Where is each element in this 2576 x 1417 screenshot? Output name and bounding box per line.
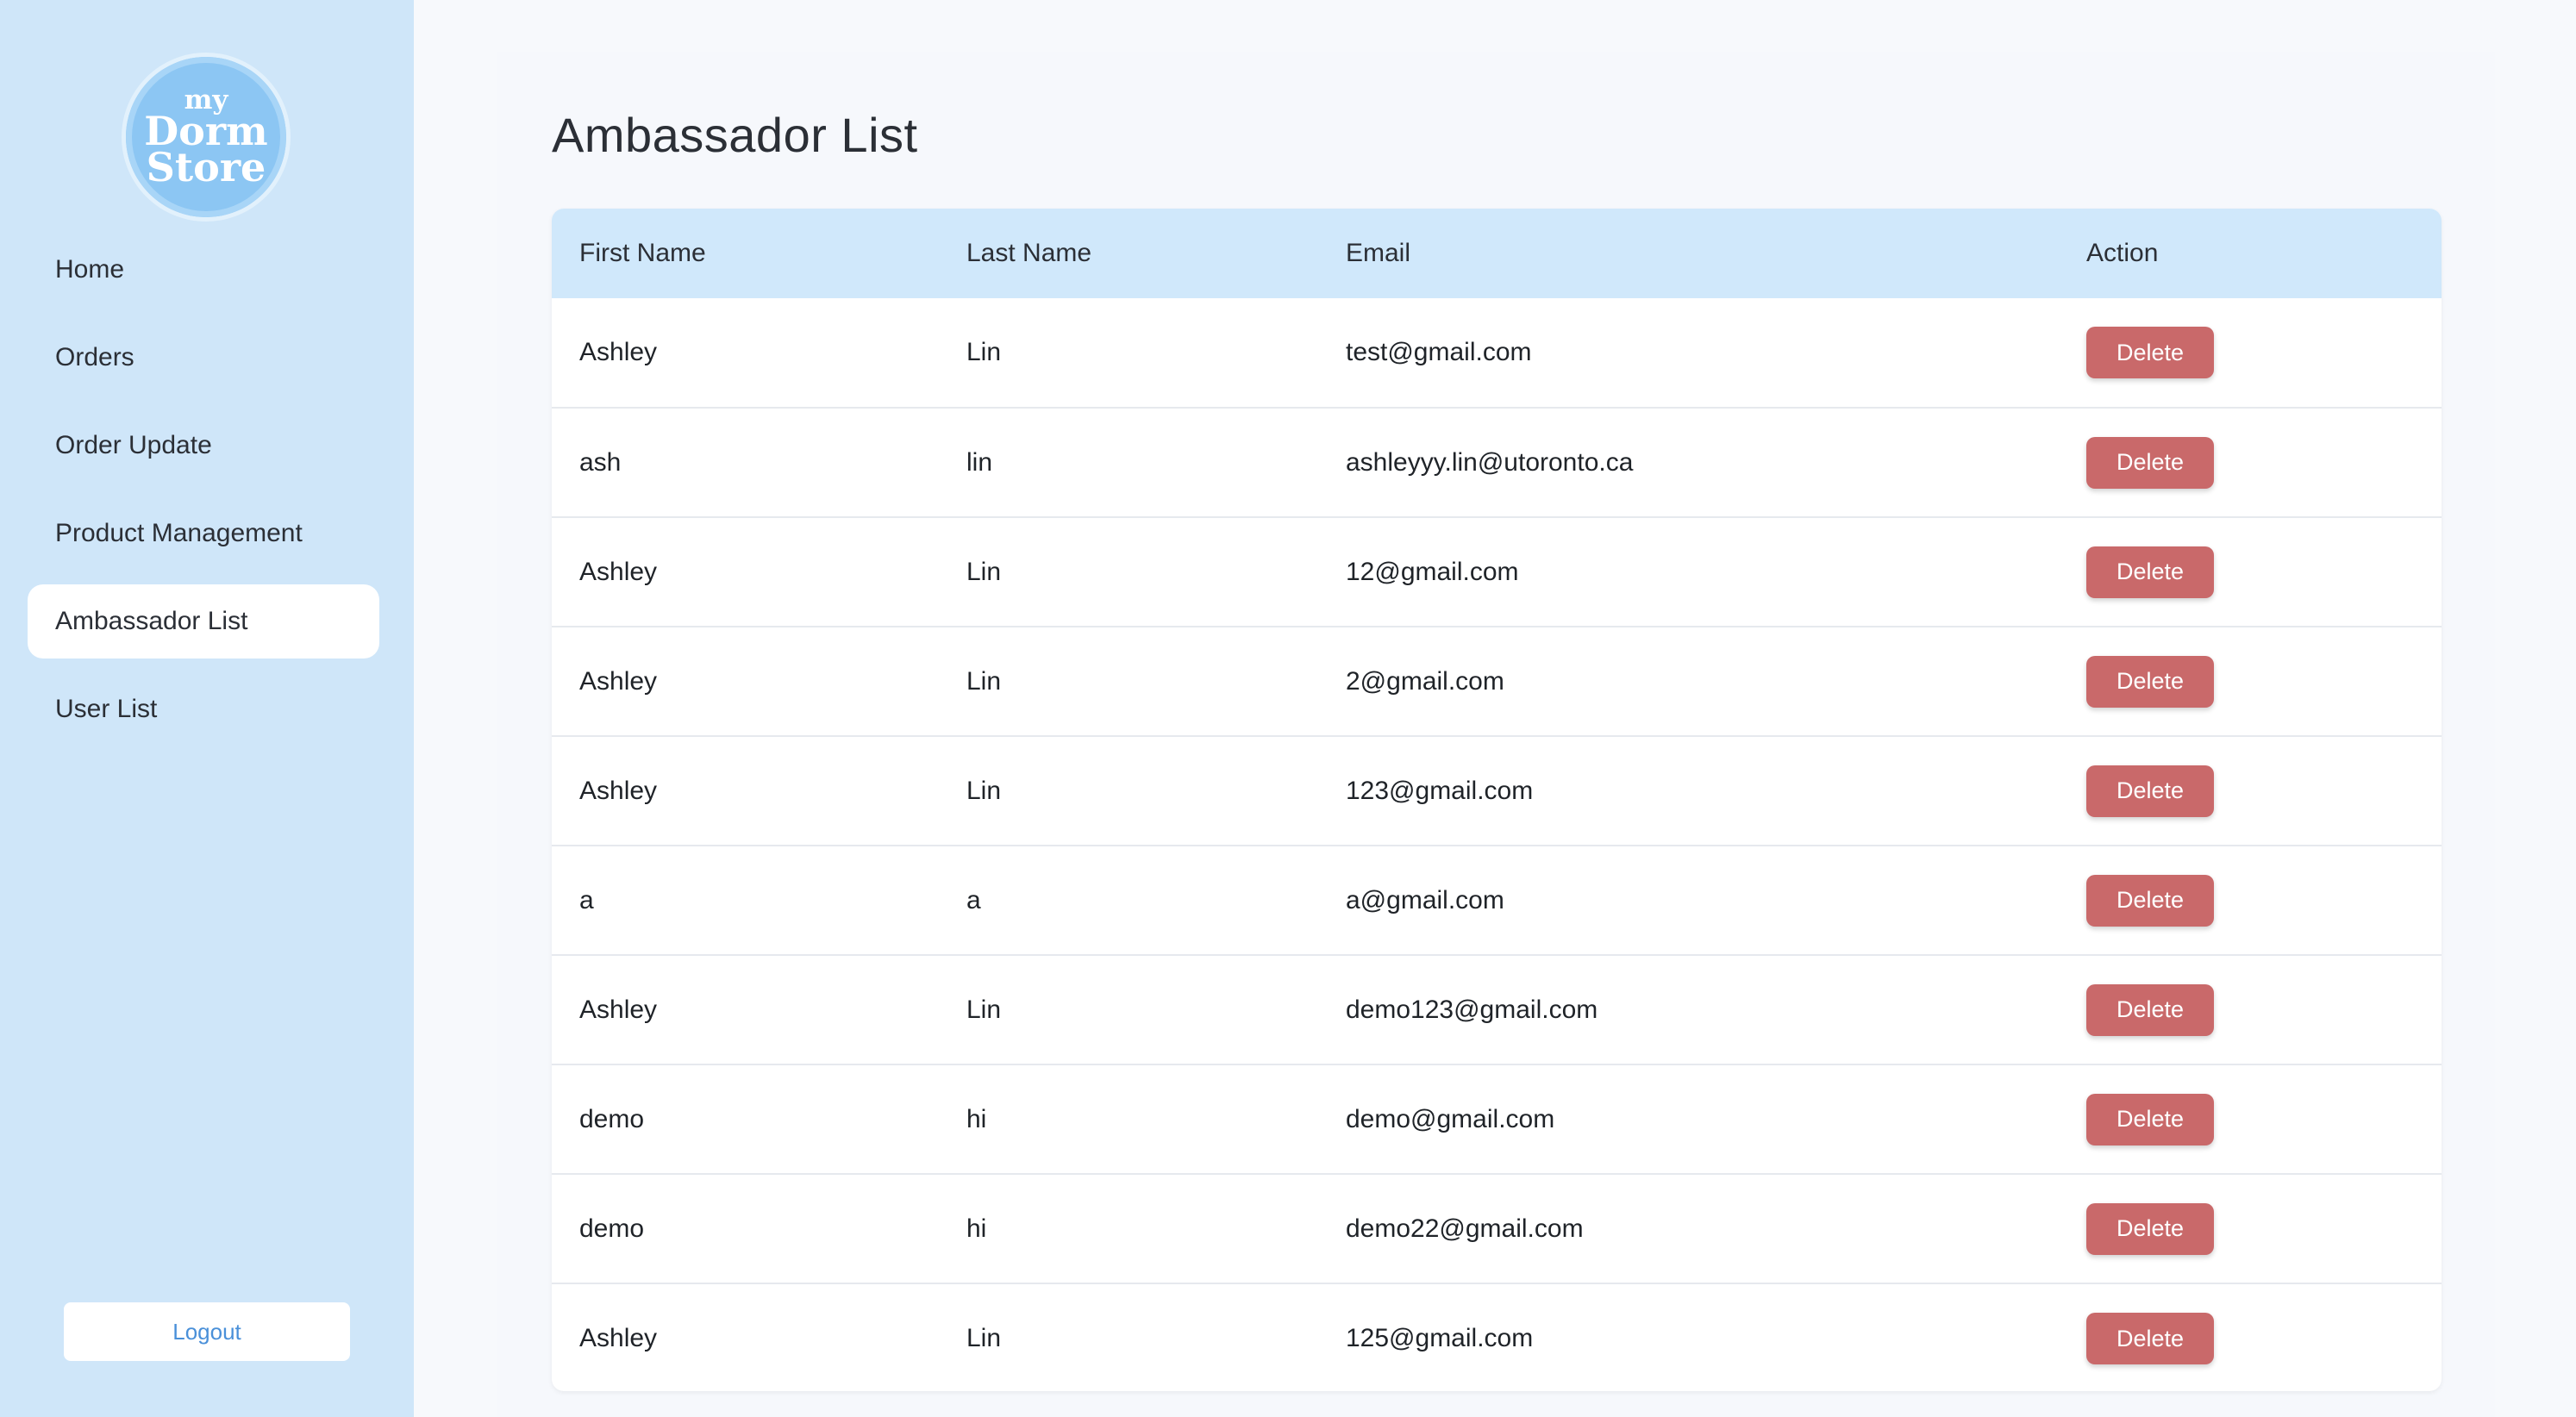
sidebar-item-label: Home (55, 255, 125, 284)
email-cell: 123@gmail.com (1346, 776, 1534, 805)
first-name-cell: demo (579, 1214, 645, 1243)
sidebar-item-label: User List (55, 695, 158, 723)
sidebar-item-label: Order Update (55, 431, 212, 459)
first-name-cell: ash (579, 447, 622, 477)
sidebar-item-user-list[interactable]: User List (28, 672, 379, 746)
delete-button[interactable]: Delete (2086, 1313, 2214, 1364)
first-name-cell: Ashley (579, 1324, 658, 1352)
delete-button[interactable]: Delete (2086, 983, 2214, 1036)
ambassador-table: First Name Last Name Email Action Ashley… (552, 209, 2442, 1391)
first-name-cell: a (579, 885, 594, 914)
table-row: Ashley Lin test@gmail.com Delete (552, 298, 2442, 408)
last-name-cell: Lin (966, 338, 1002, 366)
sidebar-item-order-update[interactable]: Order Update (28, 409, 379, 483)
first-name-cell: Ashley (579, 557, 658, 586)
action-cell: Delete (2059, 408, 2442, 517)
table-header-row: First Name Last Name Email Action (552, 209, 2442, 298)
logo-line-3: Store (146, 144, 266, 191)
column-header-last-name: Last Name (966, 239, 1092, 267)
first-name-cell: demo (579, 1104, 645, 1133)
delete-button[interactable]: Delete (2086, 327, 2214, 378)
action-cell: Delete (2059, 955, 2442, 1064)
sidebar-item-home[interactable]: Home (28, 233, 379, 307)
delete-button[interactable]: Delete (2086, 1202, 2214, 1255)
last-name-cell: hi (966, 1214, 987, 1243)
table-row: demo hi demo22@gmail.com Delete (552, 1174, 2442, 1283)
first-name-cell: Ashley (579, 776, 658, 805)
sidebar-item-label: Orders (55, 343, 134, 371)
action-cell: Delete (2059, 1064, 2442, 1174)
first-name-cell: Ashley (579, 995, 658, 1024)
last-name-cell: hi (966, 1104, 987, 1133)
email-cell: test@gmail.com (1346, 338, 1532, 366)
table-row: Ashley Lin 2@gmail.com Delete (552, 627, 2442, 736)
delete-button[interactable]: Delete (2086, 546, 2214, 598)
delete-button[interactable]: Delete (2086, 874, 2214, 927)
delete-button[interactable]: Delete (2086, 655, 2214, 708)
table-row: Ashley Lin 125@gmail.com Delete (552, 1283, 2442, 1391)
delete-button[interactable]: Delete (2086, 436, 2214, 489)
last-name-cell: a (966, 885, 981, 914)
table-row: Ashley Lin 12@gmail.com Delete (552, 517, 2442, 627)
sidebar-item-label: Ambassador List (55, 607, 248, 635)
email-cell: 125@gmail.com (1346, 1324, 1534, 1352)
column-header-action: Action (2086, 239, 2159, 267)
last-name-cell: Lin (966, 666, 1002, 696)
last-name-cell: Lin (966, 1324, 1002, 1352)
email-cell: demo22@gmail.com (1346, 1214, 1584, 1243)
action-cell: Delete (2059, 627, 2442, 736)
email-cell: demo123@gmail.com (1346, 995, 1598, 1024)
action-cell: Delete (2059, 298, 2442, 408)
my-dorm-store-logo[interactable]: my Dorm Store (126, 57, 286, 217)
action-cell: Delete (2059, 1174, 2442, 1283)
last-name-cell: Lin (966, 557, 1002, 586)
table-row: Ashley Lin 123@gmail.com Delete (552, 736, 2442, 846)
email-cell: demo@gmail.com (1346, 1104, 1555, 1133)
table-row: ash lin ashleyyy.lin@utoronto.ca Delete (552, 408, 2442, 517)
last-name-cell: Lin (966, 776, 1002, 805)
email-cell: 12@gmail.com (1346, 557, 1519, 586)
column-header-email: Email (1346, 239, 1411, 267)
action-cell: Delete (2059, 1283, 2442, 1391)
sidebar-item-orders[interactable]: Orders (28, 321, 379, 395)
first-name-cell: Ashley (579, 666, 658, 696)
sidebar-item-label: Product Management (55, 519, 303, 547)
action-cell: Delete (2059, 517, 2442, 627)
page-title: Ambassador List (552, 108, 918, 162)
action-cell: Delete (2059, 846, 2442, 955)
table-row: a a a@gmail.com Delete (552, 846, 2442, 955)
first-name-cell: Ashley (579, 338, 658, 366)
email-cell: ashleyyy.lin@utoronto.ca (1346, 447, 1634, 477)
last-name-cell: lin (966, 447, 993, 477)
delete-button[interactable]: Delete (2086, 1093, 2214, 1145)
sidebar-item-ambassador-list[interactable]: Ambassador List (28, 584, 379, 659)
email-cell: 2@gmail.com (1346, 666, 1504, 696)
sidebar-item-product-management[interactable]: Product Management (28, 496, 379, 571)
email-cell: a@gmail.com (1346, 885, 1504, 914)
last-name-cell: Lin (966, 995, 1002, 1024)
delete-button[interactable]: Delete (2086, 765, 2214, 817)
action-cell: Delete (2059, 736, 2442, 846)
logout-button[interactable]: Logout (64, 1302, 350, 1361)
table-row: demo hi demo@gmail.com Delete (552, 1064, 2442, 1174)
ambassador-table-card: First Name Last Name Email Action Ashley… (552, 209, 2442, 1391)
sidebar: my Dorm Store Home Orders Order Update P… (0, 0, 414, 1417)
column-header-first-name: First Name (579, 239, 706, 267)
table-row: Ashley Lin demo123@gmail.com Delete (552, 955, 2442, 1064)
